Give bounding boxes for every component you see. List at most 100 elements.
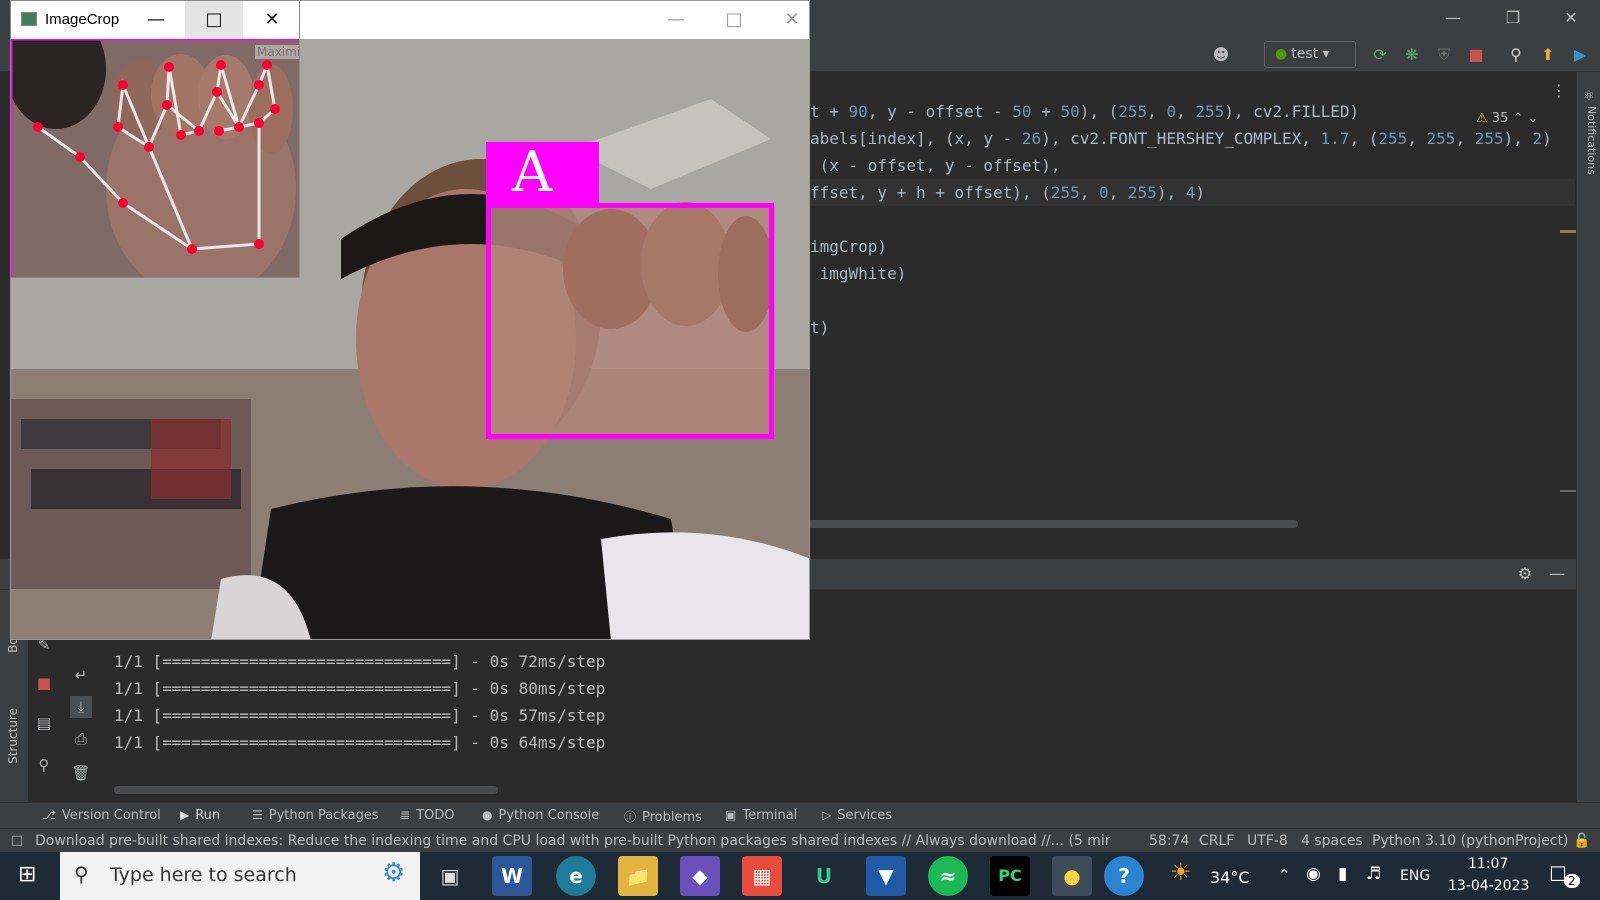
clock-time[interactable]: 11:07 — [1468, 856, 1508, 872]
soft-wrap-icon[interactable]: ↵ — [70, 664, 92, 686]
list-icon: ≣ — [400, 808, 411, 822]
panel-toggle-icon[interactable]: □ — [6, 830, 28, 852]
taskbar-search[interactable]: ⚲ Type here to search ⚙ — [60, 852, 420, 900]
vpn-icon[interactable]: ▼ — [866, 856, 906, 896]
code-token: , — [1455, 129, 1475, 148]
file-explorer-icon[interactable]: 📁 — [618, 856, 658, 896]
cam-close-button[interactable]: ✕ — [763, 1, 809, 39]
code-token: 4 — [1185, 183, 1196, 202]
debug-icon[interactable]: ❋ — [1401, 44, 1423, 66]
tab-services[interactable]: ▷ Services — [822, 808, 892, 823]
line-separator[interactable]: CRLF — [1199, 833, 1234, 849]
console-horizontal-scrollbar[interactable] — [114, 786, 498, 794]
search-icon[interactable]: ⚲ — [1505, 44, 1527, 66]
tab-python-packages[interactable]: ☰ Python Packages — [252, 808, 379, 823]
settings-gear-icon[interactable]: ⚙ — [1514, 563, 1536, 585]
tab-version-control[interactable]: ⎇ Version Control — [42, 808, 161, 823]
hand-bounding-box — [486, 203, 774, 439]
word-icon[interactable]: W — [492, 856, 532, 896]
editor-horizontal-scrollbar[interactable] — [808, 520, 1298, 528]
ide-minimize-button[interactable]: — — [1430, 4, 1476, 32]
code-token: + — [1031, 102, 1061, 121]
help-icon[interactable]: ? — [1104, 856, 1144, 896]
code-line[interactable]: imgWhite) — [810, 260, 907, 287]
print-icon[interactable]: ⎙ — [70, 728, 92, 750]
crop-maximize-button[interactable]: □ — [185, 1, 243, 39]
clock-date[interactable]: 13-04-2023 — [1448, 878, 1529, 894]
bell-icon[interactable]: ⚛ — [1578, 86, 1600, 108]
crop-minimize-button[interactable]: — — [127, 1, 185, 39]
network-globe-icon[interactable]: ◉ — [1306, 864, 1321, 884]
tab-todo[interactable]: ≣ TODO — [400, 808, 454, 823]
code-line[interactable]: t) — [810, 314, 829, 341]
plugin-logo-icon[interactable]: ▶ — [1569, 44, 1591, 66]
code-line[interactable]: imgCrop) — [810, 233, 887, 260]
upwork-icon[interactable]: U — [804, 856, 844, 896]
pin-icon[interactable]: ⚲ — [33, 754, 55, 776]
volume-icon[interactable]: ♬ — [1366, 864, 1381, 884]
code-token: ), — [1156, 183, 1186, 202]
code-token: 1.7 — [1320, 129, 1350, 148]
office-store-icon[interactable]: ▦ — [742, 856, 782, 896]
code-token: ), cv2.FONT_HERSHEY_COMPLEX, — [1041, 129, 1321, 148]
search-placeholder: Type here to search — [110, 864, 297, 886]
play-icon: ▶ — [180, 808, 190, 822]
status-bar: □ Download pre-built shared indexes: Red… — [0, 828, 1600, 852]
tab-label: Problems — [642, 810, 702, 825]
code-line[interactable]: (x - offset, y - offset), — [810, 152, 1061, 179]
python-interpreter[interactable]: Python 3.10 (pythonProject) — [1372, 833, 1568, 849]
caret-position[interactable]: 58:74 — [1149, 833, 1189, 849]
crop-close-button[interactable]: ✕ — [243, 1, 299, 39]
structure-tab[interactable]: Structure — [6, 708, 20, 764]
cam-maximize-button[interactable]: □ — [705, 1, 763, 39]
lock-icon[interactable]: 🔓 — [1573, 833, 1590, 849]
pycharm-icon[interactable]: PC — [990, 856, 1030, 896]
account-icon[interactable]: ☻▾ — [1210, 44, 1232, 86]
weather-temp[interactable]: 34°C — [1210, 868, 1250, 887]
warning-icon: ⚠ — [1476, 111, 1488, 126]
terminal-icon: ▣ — [725, 808, 737, 822]
ide-restore-button[interactable]: ❐ — [1490, 4, 1536, 32]
task-view-icon[interactable]: ▣ — [430, 856, 470, 896]
indent-setting[interactable]: 4 spaces — [1301, 833, 1363, 849]
code-line[interactable]: ffset, y + h + offset), (255, 0, 255), 4… — [800, 179, 1575, 206]
code-line[interactable]: t + 90, y - offset - 50 + 50), (255, 0, … — [810, 98, 1359, 125]
coverage-icon[interactable]: ⛨ — [1433, 44, 1455, 66]
scroll-to-end-icon[interactable]: ⤓ — [70, 696, 92, 718]
tab-terminal[interactable]: ▣ Terminal — [725, 808, 797, 823]
app-generic-icon[interactable]: ◆ — [680, 856, 720, 896]
tab-run[interactable]: ▶ Run — [180, 808, 220, 823]
code-token: 0 — [1099, 183, 1109, 202]
tab-python-console[interactable]: ● Python Console — [482, 808, 599, 823]
update-icon[interactable]: ⬆ — [1537, 44, 1559, 66]
file-encoding[interactable]: UTF-8 — [1247, 833, 1288, 849]
rerun-icon[interactable]: ⟳ — [1369, 44, 1391, 66]
imagecrop-window[interactable]: ImageCrop — □ ✕ Maximi — [10, 0, 300, 278]
python-app-icon[interactable]: ● — [1052, 856, 1092, 896]
inspection-widget[interactable]: ⚠ 35 ⌃ ⌄ — [1476, 111, 1538, 126]
code-token: 26 — [1021, 129, 1042, 148]
language-indicator[interactable]: ENG — [1400, 868, 1430, 884]
search-highlight-icon: ⚙ — [382, 858, 406, 888]
notifications-tab[interactable]: Notifications — [1578, 106, 1598, 196]
more-icon[interactable]: ⋮ — [1548, 80, 1570, 102]
trash-icon[interactable]: 🗑 — [70, 762, 92, 784]
console-stop-icon[interactable]: ■ — [33, 672, 55, 694]
spotify-icon[interactable]: ≈ — [928, 856, 968, 896]
run-config-selector[interactable]: ● test ▾ — [1264, 41, 1356, 68]
tray-chevron-icon[interactable]: ⌃ — [1278, 866, 1291, 884]
status-message[interactable]: Download pre-built shared indexes: Reduc… — [35, 833, 1110, 849]
windows-start-icon[interactable]: ⊞ — [18, 862, 36, 887]
edge-icon[interactable]: e — [556, 856, 596, 896]
stop-icon[interactable]: ■ — [1465, 44, 1487, 66]
code-line[interactable]: abels[index], (x, y - 26), cv2.FONT_HERS… — [810, 125, 1552, 152]
hide-panel-icon[interactable]: — — [1546, 563, 1568, 585]
ide-close-button[interactable]: ✕ — [1548, 4, 1594, 32]
tab-problems[interactable]: ⓘ Problems — [624, 808, 702, 825]
cam-minimize-button[interactable]: — — [647, 1, 705, 39]
layout-icon[interactable]: ▤ — [33, 712, 55, 734]
battery-icon[interactable]: ▮ — [1338, 864, 1347, 884]
code-token: , y - offset - — [867, 102, 1013, 121]
cropped-hand-image — [11, 39, 299, 277]
code-token: 255 — [1195, 102, 1225, 121]
